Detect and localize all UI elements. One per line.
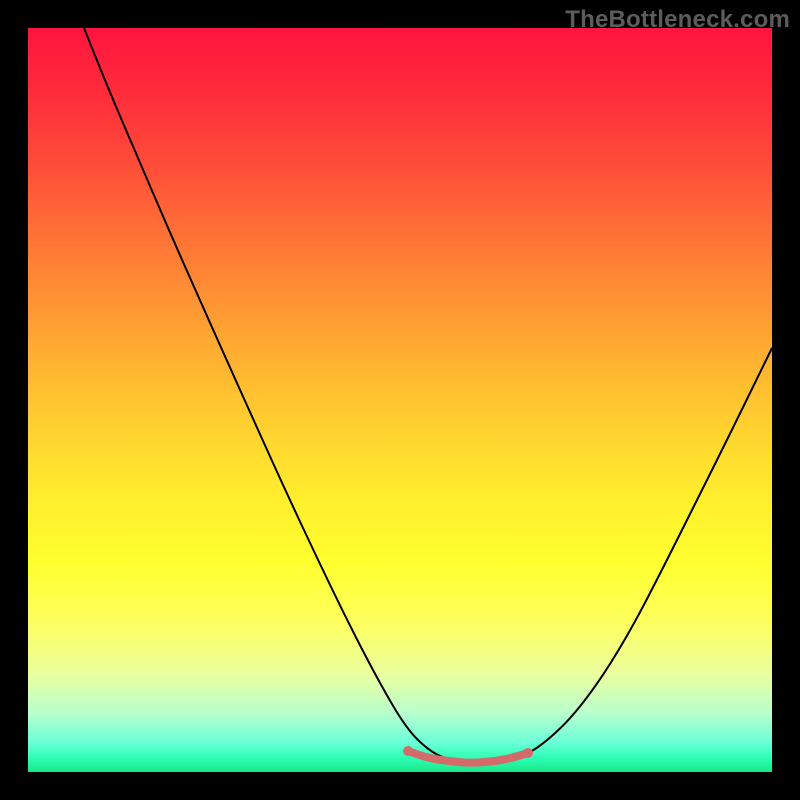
chart-container: TheBottleneck.com (0, 0, 800, 800)
plot-area (28, 28, 772, 772)
curve-layer (28, 28, 772, 772)
valley-dot-left (403, 746, 413, 756)
valley-highlight (408, 751, 528, 763)
valley-dot-right (523, 748, 533, 758)
bottleneck-curve (84, 28, 772, 763)
watermark: TheBottleneck.com (565, 6, 790, 34)
